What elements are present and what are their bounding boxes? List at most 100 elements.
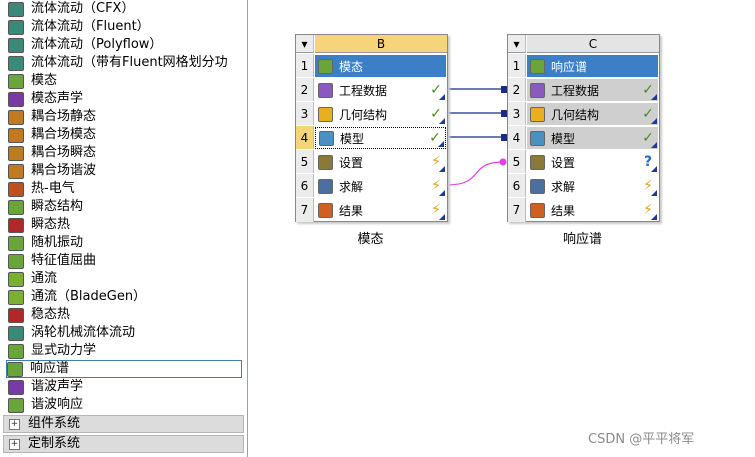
cell-content[interactable]: 几何结构 ✓ — [315, 103, 446, 125]
toolbox-item-label: 耦合场静态 — [31, 109, 97, 124]
toolbox-item[interactable]: 耦合场谐波 — [8, 162, 244, 180]
system-cell[interactable]: 3 几何结构 ✓ — [296, 101, 447, 126]
collapse-arrow-icon[interactable]: ▾ — [508, 35, 526, 53]
toolbox-item[interactable]: 模态声学 — [8, 90, 244, 108]
toolbox-item[interactable]: 显式动力学 — [8, 342, 244, 360]
toolbox-item-label: 模态 — [31, 73, 58, 88]
toolbox-item[interactable]: 通流 — [8, 270, 244, 288]
toolbox-item[interactable]: 瞬态热 — [8, 216, 244, 234]
system-cell[interactable]: 2 工程数据 ✓ — [296, 77, 447, 102]
cell-content[interactable]: 几何结构 ✓ — [527, 103, 658, 125]
system-C[interactable]: ▾ C 1 响应谱 2 工程数据 ✓ 3 几何结构 ✓ 4 模型 ✓ 5 设置? 6 求解 ⚡ 7 结果 ⚡ — [507, 34, 660, 222]
toolbox-item[interactable]: 随机振动 — [8, 234, 244, 252]
cell-corner-marker — [438, 141, 444, 147]
toolbox-group[interactable]: + 定制系统 — [3, 435, 244, 453]
toolbox-item[interactable]: 热-电气 — [8, 180, 244, 198]
system-cell[interactable]: 2 工程数据 ✓ — [508, 77, 659, 102]
toolbox-item-label: 特征值屈曲 — [31, 253, 97, 268]
coupled-static-icon — [8, 109, 24, 125]
cell-content[interactable]: 结果 ⚡ — [527, 199, 658, 221]
system-cell[interactable]: 3 几何结构 ✓ — [508, 101, 659, 126]
engineering-data-icon — [530, 82, 545, 98]
toolbox-item[interactable]: 涡轮机械流体流动 — [8, 324, 244, 342]
cell-content[interactable]: 模型 ✓ — [315, 127, 446, 149]
toolbox-group[interactable]: + 组件系统 — [3, 415, 244, 433]
system-caption[interactable]: 响应谱 — [507, 228, 658, 247]
toolbox-panel: 流体流动（CFX） 流体流动（Fluent） 流体流动（Polyflow） 流体流动（… — [0, 0, 248, 457]
toolbox-item-label: 涡轮机械流体流动 — [31, 325, 136, 340]
toolbox-item[interactable]: 模态 — [8, 72, 244, 90]
cell-content[interactable]: 求解 ⚡ — [315, 175, 446, 197]
cell-content[interactable]: 工程数据 ✓ — [315, 79, 446, 101]
geometry-icon — [318, 106, 333, 122]
cell-content[interactable]: 响应谱 — [527, 55, 658, 77]
toolbox-item[interactable]: 通流（BladeGen） — [8, 288, 244, 306]
collapse-arrow-icon[interactable]: ▾ — [296, 35, 314, 53]
setup-icon — [318, 154, 333, 170]
toolbox-group-label: 定制系统 — [28, 436, 81, 451]
toolbox-item[interactable]: 响应谱 — [6, 360, 242, 378]
toolbox-item[interactable]: 耦合场静态 — [8, 108, 244, 126]
cell-number: 4 — [508, 126, 526, 150]
polyflow-icon — [8, 37, 24, 53]
expand-icon[interactable]: + — [9, 418, 20, 430]
steady-thermal-icon — [8, 307, 24, 323]
toolbox-item-label: 通流（BladeGen） — [31, 289, 147, 304]
cell-content[interactable]: 工程数据 ✓ — [527, 79, 658, 101]
cell-content[interactable]: 设置 ⚡ — [315, 151, 446, 173]
cell-content[interactable]: 求解 ⚡ — [527, 175, 658, 197]
toolbox-item[interactable]: 瞬态结构 — [8, 198, 244, 216]
toolbox-group-label: 组件系统 — [28, 416, 81, 431]
project-schematic[interactable]: ▾ B 1 模态 2 工程数据 ✓ 3 几何结构 ✓ 4 模型 ✓ 5 设置 ⚡ 6 求解 ⚡ 7 结果 ⚡ 模态 ▾ C 1 响应… — [248, 0, 755, 457]
thermal-electric-icon — [8, 181, 24, 197]
cell-corner-marker — [651, 118, 657, 124]
toolbox-item[interactable]: 流体流动（CFX） — [8, 0, 244, 18]
toolbox-item-label: 耦合场瞬态 — [31, 145, 97, 160]
cell-label: 设置 — [339, 155, 364, 170]
toolbox-item[interactable]: 耦合场模态 — [8, 126, 244, 144]
harmonic-response-icon — [8, 397, 24, 413]
cell-corner-marker — [651, 94, 657, 100]
expand-icon[interactable]: + — [9, 438, 20, 450]
toolbox-item-label: 谐波响应 — [31, 397, 84, 412]
system-B[interactable]: ▾ B 1 模态 2 工程数据 ✓ 3 几何结构 ✓ 4 模型 ✓ 5 设置 ⚡ 6 求解 ⚡ 7 结果 ⚡ — [295, 34, 448, 222]
solution-icon — [530, 178, 545, 194]
toolbox-item-label: 流体流动（Fluent） — [31, 19, 150, 34]
cell-number: 7 — [508, 198, 526, 222]
system-cell[interactable]: 4 模型 ✓ — [508, 125, 659, 150]
system-cell[interactable]: 1 模态 — [296, 53, 447, 78]
cfx-icon — [8, 1, 24, 17]
system-caption[interactable]: 模态 — [295, 228, 446, 247]
results-icon — [530, 202, 545, 218]
toolbox-item[interactable]: 稳态热 — [8, 306, 244, 324]
system-cell[interactable]: 1 响应谱 — [508, 53, 659, 78]
transient-thermal-icon — [8, 217, 24, 233]
cell-label: 工程数据 — [551, 83, 600, 98]
response-spectrum-icon — [7, 361, 23, 377]
toolbox-item[interactable]: 谐波响应 — [8, 396, 244, 414]
toolbox-item-label: 模态声学 — [31, 91, 84, 106]
system-cell[interactable]: 5 设置? — [508, 149, 659, 174]
system-cell[interactable]: 4 模型 ✓ — [296, 125, 447, 150]
cell-number: 5 — [296, 150, 314, 174]
cell-content[interactable]: 结果 ⚡ — [315, 199, 446, 221]
toolbox-item[interactable]: 流体流动（Fluent） — [8, 18, 244, 36]
system-cell[interactable]: 7 结果 ⚡ — [508, 197, 659, 222]
system-cell[interactable]: 6 求解 ⚡ — [508, 173, 659, 198]
toolbox-item[interactable]: 流体流动（带有Fluent网格划分功 — [8, 54, 244, 72]
toolbox-item-label: 稳态热 — [31, 307, 71, 322]
toolbox-item[interactable]: 谐波声学 — [8, 378, 244, 396]
cell-corner-marker — [651, 214, 657, 220]
toolbox-item-label: 流体流动（CFX） — [31, 1, 135, 16]
toolbox-item[interactable]: 流体流动（Polyflow） — [8, 36, 244, 54]
transient-structural-icon — [8, 199, 24, 215]
cell-content[interactable]: 模型 ✓ — [527, 127, 658, 149]
system-cell[interactable]: 6 求解 ⚡ — [296, 173, 447, 198]
toolbox-item[interactable]: 特征值屈曲 — [8, 252, 244, 270]
cell-content[interactable]: 模态 — [315, 55, 446, 77]
system-cell[interactable]: 7 结果 ⚡ — [296, 197, 447, 222]
cell-content[interactable]: 设置? — [527, 151, 658, 173]
cell-label: 求解 — [339, 179, 364, 194]
toolbox-item[interactable]: 耦合场瞬态 — [8, 144, 244, 162]
system-cell[interactable]: 5 设置 ⚡ — [296, 149, 447, 174]
